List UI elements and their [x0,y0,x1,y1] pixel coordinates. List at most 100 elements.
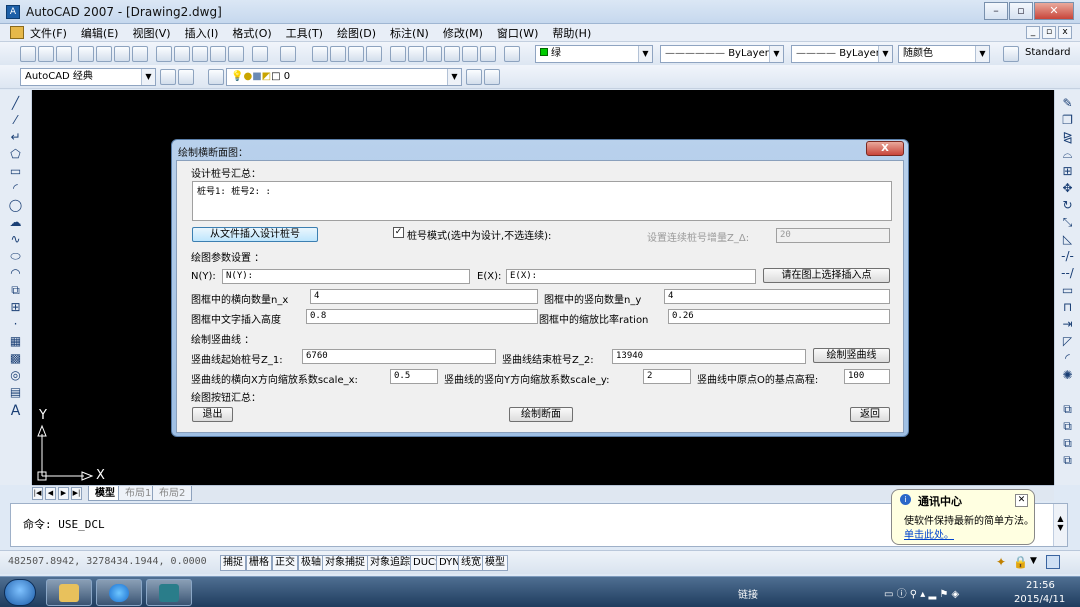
cut-icon[interactable] [156,46,172,62]
region-icon[interactable]: ◎ [8,368,23,382]
erase-icon[interactable]: ✎ [1060,96,1075,110]
scale-icon[interactable]: ⤡ [1060,215,1075,229]
doc-close-button[interactable]: x [1058,26,1072,39]
move-icon[interactable]: ✥ [1060,181,1075,195]
draw-order-icon[interactable]: ⧉ [1060,402,1075,416]
station-mode-checkbox[interactable]: ✓ [393,227,404,238]
color-select[interactable]: 绿 ▼ [535,45,653,63]
zoom-previous-icon[interactable] [366,46,382,62]
command-scrollbar[interactable]: ▲ ▼ [1053,504,1067,546]
menu-window[interactable]: 窗口(W) [497,25,538,41]
lineweight-select[interactable]: ———— ByLayer ▼ [791,45,893,63]
new-icon[interactable] [20,46,36,62]
z1-field[interactable]: 6760 [302,349,496,364]
draw-section-button[interactable]: 绘制断面 [509,407,573,422]
print-icon[interactable] [78,46,94,62]
workspace-settings-icon[interactable] [160,69,176,85]
nx-field[interactable]: 4 [310,289,538,304]
zoom-realtime-icon[interactable] [330,46,346,62]
text-height-field[interactable]: 0.8 [306,309,538,324]
text-style-select[interactable]: Standard [1021,45,1077,63]
text-style-icon[interactable] [1003,46,1019,62]
base-elevation-field[interactable]: 100 [844,369,890,384]
send-back-icon[interactable]: ⧉ [1060,436,1075,450]
menu-format[interactable]: 格式(O) [232,25,271,41]
mirror-icon[interactable]: ⧎ [1060,130,1075,144]
tab-layout2[interactable]: 布局2 [152,486,193,501]
break-at-point-icon[interactable]: ▭ [1060,283,1075,297]
open-icon[interactable] [38,46,54,62]
menu-insert[interactable]: 插入(I) [185,25,219,41]
menu-modify[interactable]: 修改(M) [443,25,483,41]
lock-icon[interactable]: 🔒 [1013,555,1028,569]
draw-curve-button[interactable]: 绘制竖曲线 [813,348,890,363]
workspace-select[interactable]: AutoCAD 经典 ▼ [20,68,156,86]
menu-help[interactable]: 帮助(H) [552,25,591,41]
redo-icon[interactable] [280,46,296,62]
copy-object-icon[interactable]: ❐ [1060,113,1075,127]
menu-draw[interactable]: 绘图(D) [337,25,376,41]
increment-field[interactable]: 20 [776,228,890,243]
notification-close-button[interactable]: ✕ [1015,494,1028,507]
markup-icon[interactable] [462,46,478,62]
insert-block-icon[interactable]: ⧉ [8,283,23,297]
minimize-button[interactable]: – [984,2,1008,20]
paste-icon[interactable] [192,46,208,62]
ellipse-arc-icon[interactable]: ◠ [8,266,23,280]
stretch-icon[interactable]: ◺ [1060,232,1075,246]
start-button[interactable] [4,579,36,606]
bring-above-icon[interactable]: ⧉ [1060,453,1075,467]
join-icon[interactable]: ⇥ [1060,317,1075,331]
3d-dwf-icon[interactable] [132,46,148,62]
match-properties-icon[interactable] [210,46,226,62]
taskbar-link-label[interactable]: 链接 [738,586,758,601]
arc-icon[interactable]: ◜ [8,181,23,195]
maximize-button[interactable]: ▫ [1009,2,1033,20]
stations-textarea[interactable]: 桩号1: 桩号2: : [192,181,892,221]
fillet-icon[interactable]: ◜ [1060,351,1075,365]
communication-center-icon[interactable]: ✦ [996,555,1010,569]
dialog-close-button[interactable]: X [866,141,904,156]
taskbar-explorer[interactable] [46,579,92,606]
back-button[interactable]: 返回 [850,407,890,422]
save-icon[interactable] [56,46,72,62]
gradient-icon[interactable]: ▩ [8,351,23,365]
line-icon[interactable]: ╱ [8,96,23,110]
block-editor-icon[interactable] [228,46,244,62]
make-block-icon[interactable]: ⊞ [8,300,23,314]
osnap-toggle[interactable]: 对象捕捉 [322,555,368,571]
next-tab-button[interactable]: ▶ [58,487,69,500]
menu-file[interactable]: 文件(F) [30,25,67,41]
polygon-icon[interactable]: ⬠ [8,147,23,161]
linetype-select[interactable]: —————— ByLayer ▼ [660,45,784,63]
doc-restore-button[interactable]: ▫ [1042,26,1056,39]
e-field[interactable]: E(X): [506,269,756,284]
taskbar-autocad[interactable] [146,579,192,606]
rotate-icon[interactable]: ↻ [1060,198,1075,212]
multiline-text-icon[interactable]: A [8,404,23,418]
tray-icons[interactable]: ▭ ⓘ ⚲ ▴ ▂ ⚑ ◈ [884,585,959,600]
revision-cloud-icon[interactable]: ☁ [8,215,23,229]
ellipse-icon[interactable]: ⬭ [8,249,23,263]
clean-screen-icon[interactable] [1046,555,1060,569]
first-tab-button[interactable]: |◀ [32,487,43,500]
construction-line-icon[interactable]: ⁄ [8,113,23,127]
scale-x-field[interactable]: 0.5 [390,369,438,384]
scale-y-field[interactable]: 2 [643,369,691,384]
polyline-icon[interactable]: ↵ [8,130,23,144]
plotstyle-select[interactable]: 随颜色 ▼ [898,45,990,63]
status-menu-icon[interactable]: ▼ [1030,556,1040,568]
z2-field[interactable]: 13940 [612,349,806,364]
notification-link[interactable]: 单击此处。 [904,526,954,541]
extend-icon[interactable]: --/ [1060,266,1075,280]
menu-view[interactable]: 视图(V) [132,25,170,41]
pick-point-button[interactable]: 请在图上选择插入点 [763,268,890,283]
document-icon[interactable] [10,26,24,39]
exit-button[interactable]: 退出 [192,407,233,422]
menu-dimension[interactable]: 标注(N) [390,25,429,41]
ny-field[interactable]: 4 [664,289,890,304]
n-field[interactable]: N(Y): [222,269,470,284]
help-icon[interactable] [504,46,520,62]
ratio-field[interactable]: 0.26 [668,309,890,324]
undo-icon[interactable] [252,46,268,62]
